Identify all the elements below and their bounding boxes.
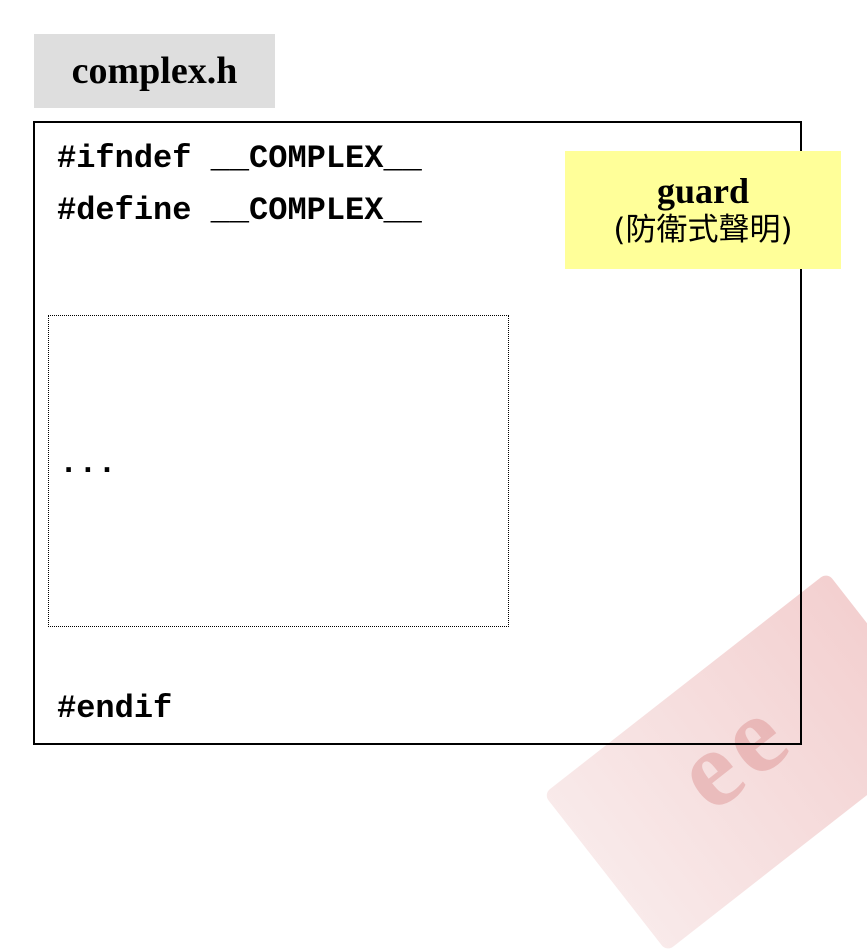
callout-title: guard	[656, 170, 750, 211]
callout-subtitle: (防衛式聲明)	[613, 212, 793, 249]
guard-callout: guard (防衛式聲明)	[565, 151, 841, 269]
code-line-ifndef: #ifndef __COMPLEX__	[57, 140, 422, 177]
code-body-placeholder: ...	[48, 315, 509, 627]
code-ellipsis: ...	[59, 445, 117, 482]
code-line-endif: #endif	[57, 690, 173, 727]
code-line-define: #define __COMPLEX__	[57, 192, 422, 229]
file-title: complex.h	[34, 34, 275, 108]
